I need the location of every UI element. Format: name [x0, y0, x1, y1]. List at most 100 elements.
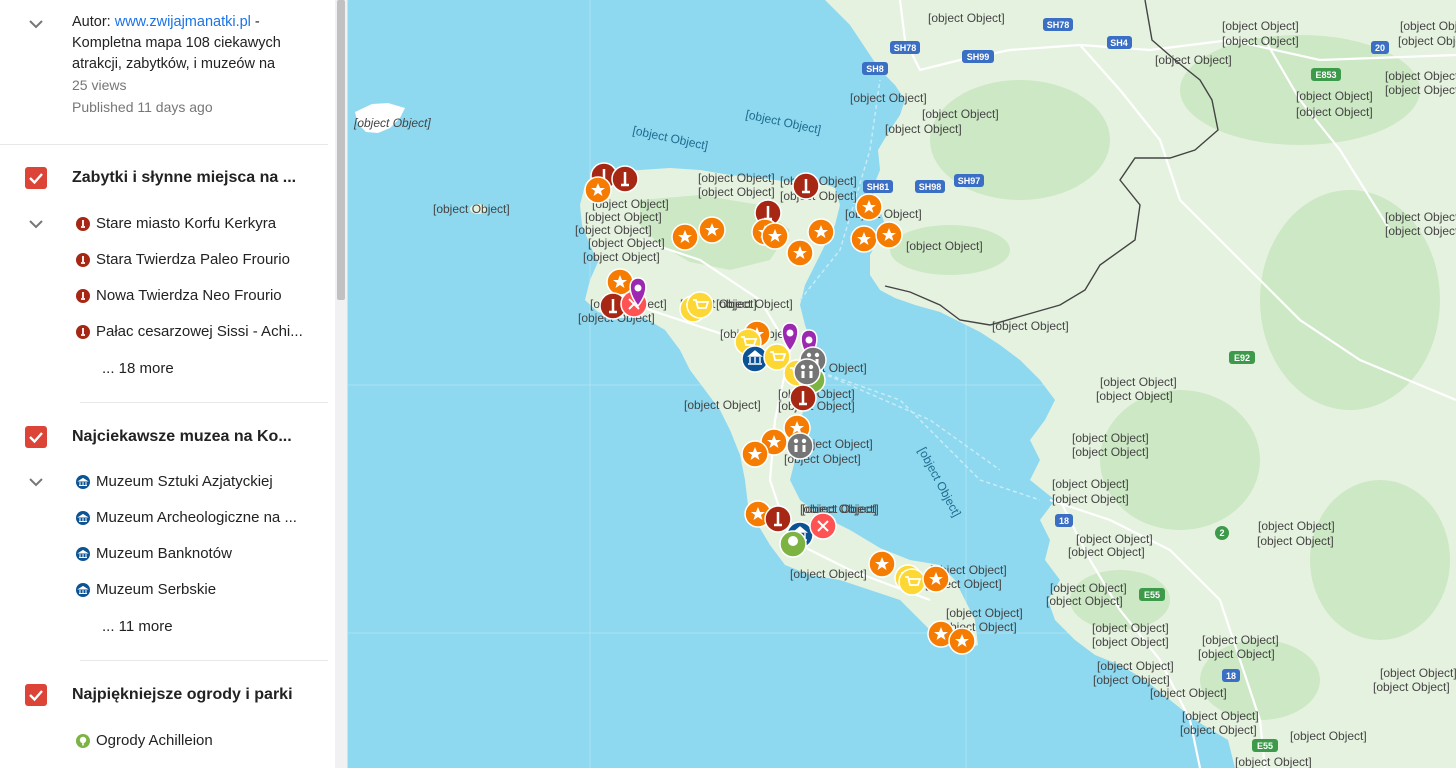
museum-icon: [76, 475, 90, 489]
svg-text:E55: E55: [1257, 741, 1273, 751]
layer-1-collapse-chevron-icon[interactable]: [28, 219, 44, 229]
people-marker[interactable]: [793, 358, 821, 386]
list-item[interactable]: Stare miasto Korfu Kerkyra: [76, 214, 316, 234]
map-description: Autor: www.zwijajmanatki.pl - Kompletna …: [72, 12, 327, 119]
star-marker[interactable]: [875, 221, 903, 249]
svg-text:[object Object]: [object Object]: [906, 239, 983, 253]
svg-text:E853: E853: [1315, 70, 1336, 80]
layer-1-title[interactable]: Zabytki i słynne miejsca na ...: [72, 169, 317, 187]
svg-text:[object Object]: [object Object]: [928, 11, 1005, 25]
tree-icon: [76, 734, 90, 748]
svg-text:[object Object]: [object Object]: [850, 91, 927, 105]
svg-text:[object Object]: [object Object]: [922, 107, 999, 121]
layer-2-more-link[interactable]: ... 11 more: [102, 618, 173, 635]
svg-text:[object Object]: [object Object]: [802, 502, 879, 516]
star-marker[interactable]: [922, 565, 950, 593]
author-prefix: Autor:: [72, 14, 115, 30]
star-marker[interactable]: [948, 627, 976, 655]
svg-text:[object Object]: [object Object]: [1097, 659, 1174, 673]
park-marker[interactable]: [779, 530, 807, 558]
list-item[interactable]: Muzeum Banknotów: [76, 544, 316, 564]
svg-text:[object Object]: [object Object]: [1373, 680, 1450, 694]
restaurant-marker[interactable]: [809, 512, 837, 540]
layer-3-title[interactable]: Najpiękniejsze ogrody i parki: [72, 686, 317, 704]
list-item[interactable]: Ogrody Achilleion: [76, 731, 316, 751]
svg-text:[object Object]: [object Object]: [1180, 723, 1257, 737]
svg-text:[object Object]: [object Object]: [585, 210, 662, 224]
map-canvas[interactable]: SH78 SH78 SH4 20 E853 SH99 SH8 SH81 SH98…: [347, 0, 1456, 768]
layer-2-checkbox[interactable]: [25, 426, 47, 448]
star-marker[interactable]: [786, 239, 814, 267]
star-marker[interactable]: [698, 216, 726, 244]
people-marker[interactable]: [786, 432, 814, 460]
shopping-marker[interactable]: [898, 568, 926, 596]
list-item[interactable]: Nowa Twierdza Neo Frourio: [76, 286, 316, 306]
svg-text:[object Object]: [object Object]: [1150, 686, 1227, 700]
monument-marker[interactable]: [792, 172, 820, 200]
star-marker[interactable]: [855, 193, 883, 221]
svg-text:[object Object]: [object Object]: [1076, 532, 1153, 546]
layer-3-checkbox[interactable]: [25, 684, 47, 706]
svg-text:[object Object]: [object Object]: [1072, 431, 1149, 445]
svg-text:[object Object]: [object Object]: [1385, 83, 1456, 97]
monument-marker[interactable]: [764, 505, 792, 533]
layer-item-label: Ogrody Achilleion: [96, 732, 213, 749]
svg-text:SH78: SH78: [894, 43, 917, 53]
svg-text:[object Object]: [object Object]: [1398, 34, 1456, 48]
monument-icon: [76, 217, 90, 231]
svg-text:[object Object]: [object Object]: [698, 171, 775, 185]
list-item[interactable]: Muzeum Archeologiczne na ...: [76, 508, 316, 528]
sidebar-scrollbar[interactable]: [335, 0, 347, 768]
svg-text:SH97: SH97: [958, 176, 981, 186]
svg-text:[object Object]: [object Object]: [1072, 445, 1149, 459]
museum-icon: [76, 547, 90, 561]
monument-icon: [76, 253, 90, 267]
layer-item-label: Muzeum Sztuki Azjatyckiej: [96, 473, 273, 490]
list-item[interactable]: Muzeum Serbskie: [76, 580, 316, 600]
svg-text:[object Object]: [object Object]: [1092, 635, 1169, 649]
shopping-marker[interactable]: [686, 291, 714, 319]
star-marker[interactable]: [671, 223, 699, 251]
collapse-description-chevron-icon[interactable]: [28, 19, 44, 29]
svg-text:[object Object]: [object Object]: [1093, 673, 1170, 687]
layer-1-more-link[interactable]: ... 18 more: [102, 360, 174, 377]
svg-text:[object Object]: [object Object]: [698, 185, 775, 199]
list-item[interactable]: Muzeum Sztuki Azjatyckiej: [76, 472, 316, 492]
svg-text:[object Object]: [object Object]: [1222, 19, 1299, 33]
star-marker[interactable]: [850, 225, 878, 253]
layer-item-label: Pałac cesarzowej Sissi - Achi...: [96, 323, 303, 340]
list-item[interactable]: Stara Twierdza Paleo Frourio: [76, 250, 316, 270]
svg-text:20: 20: [1375, 43, 1385, 53]
layer-2-collapse-chevron-icon[interactable]: [28, 477, 44, 487]
list-item[interactable]: Pałac cesarzowej Sissi - Achi...: [76, 322, 316, 342]
svg-text:[object Object]: [object Object]: [1100, 375, 1177, 389]
svg-text:[object Object]: [object Object]: [1068, 545, 1145, 559]
svg-text:[object Object]: [object Object]: [1400, 19, 1456, 33]
star-marker[interactable]: [584, 176, 612, 204]
svg-text:SH98: SH98: [919, 182, 942, 192]
star-marker[interactable]: [868, 550, 896, 578]
svg-text:[object Object]: [object Object]: [1380, 666, 1456, 680]
svg-text:18: 18: [1226, 671, 1236, 681]
svg-text:[object Object]: [object Object]: [946, 606, 1023, 620]
svg-text:SH99: SH99: [967, 52, 990, 62]
svg-text:[object Object]: [object Object]: [992, 319, 1069, 333]
svg-text:[object Object]: [object Object]: [716, 297, 793, 311]
author-link[interactable]: www.zwijajmanatki.pl: [115, 14, 251, 30]
svg-text:[object Object]: [object Object]: [1050, 581, 1127, 595]
map-svg[interactable]: SH78 SH78 SH4 20 E853 SH99 SH8 SH81 SH98…: [347, 0, 1456, 768]
star-marker[interactable]: [606, 268, 634, 296]
layer-2-title[interactable]: Najciekawsze muzea na Ko...: [72, 428, 317, 446]
scrollbar-thumb[interactable]: [337, 0, 345, 300]
monument-marker[interactable]: [611, 165, 639, 193]
star-marker[interactable]: [807, 218, 835, 246]
svg-text:[object Object]: [object Object]: [790, 567, 867, 581]
layer-1-checkbox[interactable]: [25, 167, 47, 189]
svg-text:[object Object]: [object Object]: [1385, 69, 1456, 83]
star-marker[interactable]: [761, 222, 789, 250]
monument-marker[interactable]: [789, 384, 817, 412]
star-marker[interactable]: [741, 440, 769, 468]
layer-sidebar: Autor: www.zwijajmanatki.pl - Kompletna …: [0, 0, 348, 768]
svg-text:[object Object]: [object Object]: [433, 202, 510, 216]
svg-text:[object Object]: [object Object]: [1385, 224, 1456, 238]
